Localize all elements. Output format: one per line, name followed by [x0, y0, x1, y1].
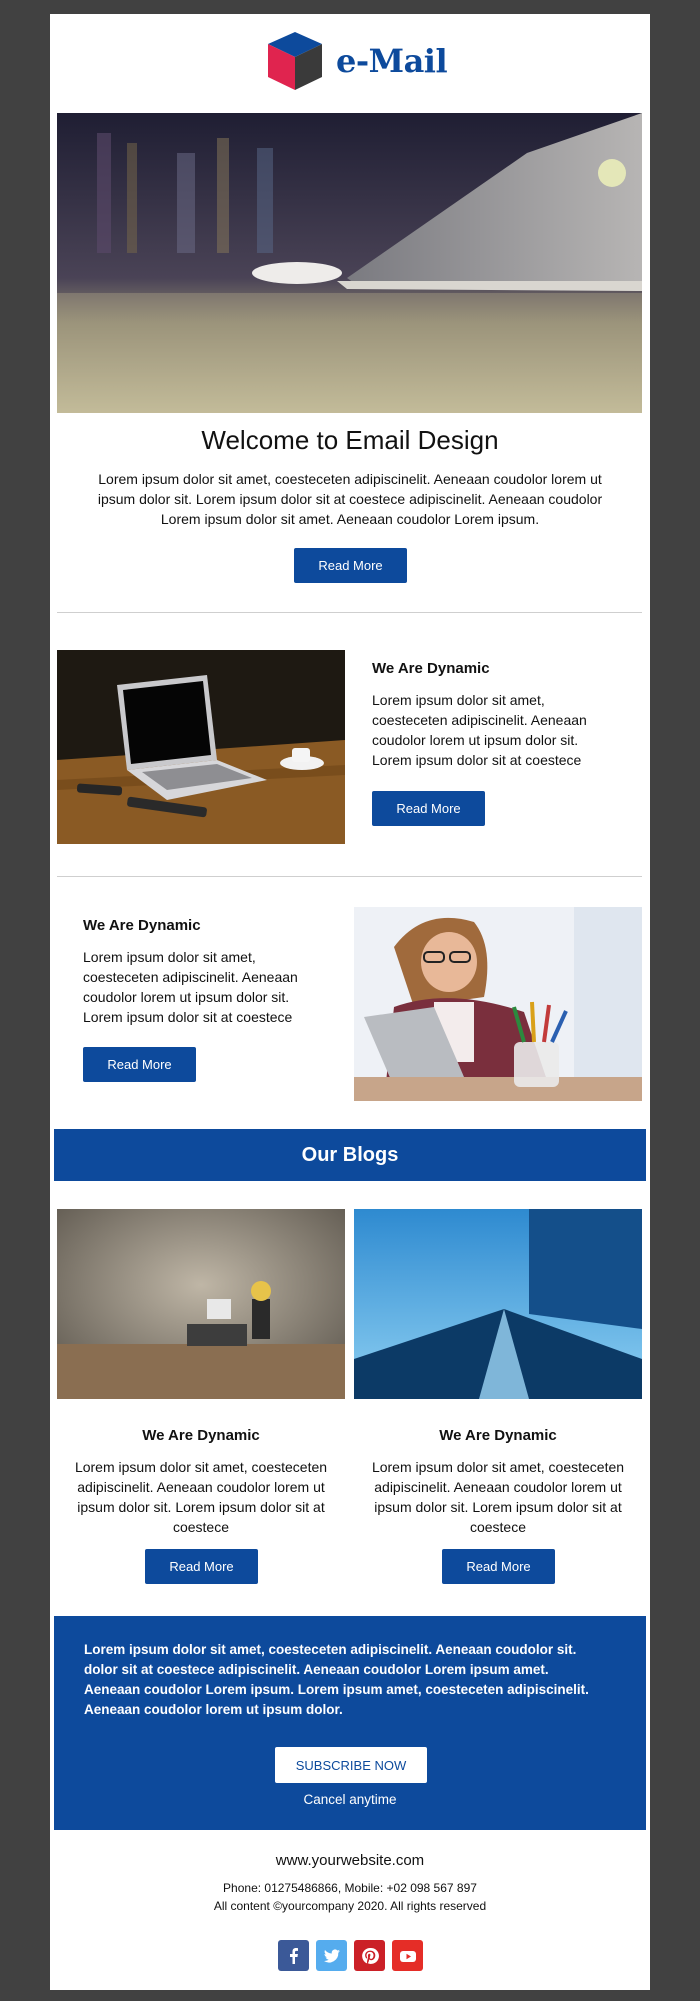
divider — [57, 612, 642, 613]
feature2-title: We Are Dynamic — [83, 917, 201, 934]
footer-website-link[interactable]: www.yourwebsite.com — [50, 1852, 650, 1869]
blog1-text: Lorem ipsum dolor sit amet, coesteceten … — [74, 1459, 328, 1535]
facebook-icon[interactable] — [278, 1940, 309, 1971]
blog2-building-image — [354, 1209, 642, 1399]
hero-read-more-button[interactable]: Read More — [294, 548, 407, 583]
email-container: e-Mail Welcome to Email Design Lorem ips… — [50, 14, 650, 1990]
footer-copyright: All content ©yourcompany 2020. All right… — [213, 1899, 487, 1913]
blog2-read-more-button[interactable]: Read More — [442, 1549, 555, 1584]
cancel-anytime-link[interactable]: Cancel anytime — [54, 1792, 646, 1807]
footer-contact: Phone: 01275486866, Mobile: +02 098 567 … — [223, 1881, 477, 1895]
cube-logo-icon — [268, 32, 322, 90]
youtube-icon[interactable] — [392, 1940, 423, 1971]
blogs-heading: Our Blogs — [301, 1143, 399, 1166]
social-links — [278, 1940, 423, 1971]
hero-laptop-image — [57, 113, 642, 413]
blog2-title: We Are Dynamic — [439, 1427, 557, 1444]
blog2-text: Lorem ipsum dolor sit amet, coesteceten … — [371, 1459, 625, 1535]
blog1-lego-image — [57, 1209, 345, 1399]
blogs-banner: Our Blogs — [54, 1129, 646, 1181]
twitter-icon[interactable] — [316, 1940, 347, 1971]
laptop-desk-image — [57, 650, 345, 844]
subscribe-section: Lorem ipsum dolor sit amet, coesteceten … — [54, 1616, 646, 1830]
feature2-read-more-button[interactable]: Read More — [83, 1047, 196, 1082]
blog1-read-more-button[interactable]: Read More — [145, 1549, 258, 1584]
divider — [57, 876, 642, 877]
feature1-text: Lorem ipsum dolor sit amet, coesteceten … — [372, 692, 587, 768]
brand-name: e-Mail — [336, 42, 448, 80]
hero-title: Welcome to Email Design — [201, 425, 499, 455]
brand-logo[interactable]: e-Mail — [264, 30, 448, 92]
hero-text: Lorem ipsum dolor sit amet, coesteceten … — [97, 471, 603, 527]
woman-laptop-image — [354, 907, 642, 1101]
feature2-text: Lorem ipsum dolor sit amet, coesteceten … — [83, 949, 298, 1025]
subscribe-text: Lorem ipsum dolor sit amet, coesteceten … — [84, 1642, 589, 1717]
feature1-title: We Are Dynamic — [372, 660, 490, 677]
pinterest-icon[interactable] — [354, 1940, 385, 1971]
subscribe-now-button[interactable]: SUBSCRIBE NOW — [275, 1747, 427, 1783]
blog1-title: We Are Dynamic — [142, 1427, 260, 1444]
feature1-read-more-button[interactable]: Read More — [372, 791, 485, 826]
